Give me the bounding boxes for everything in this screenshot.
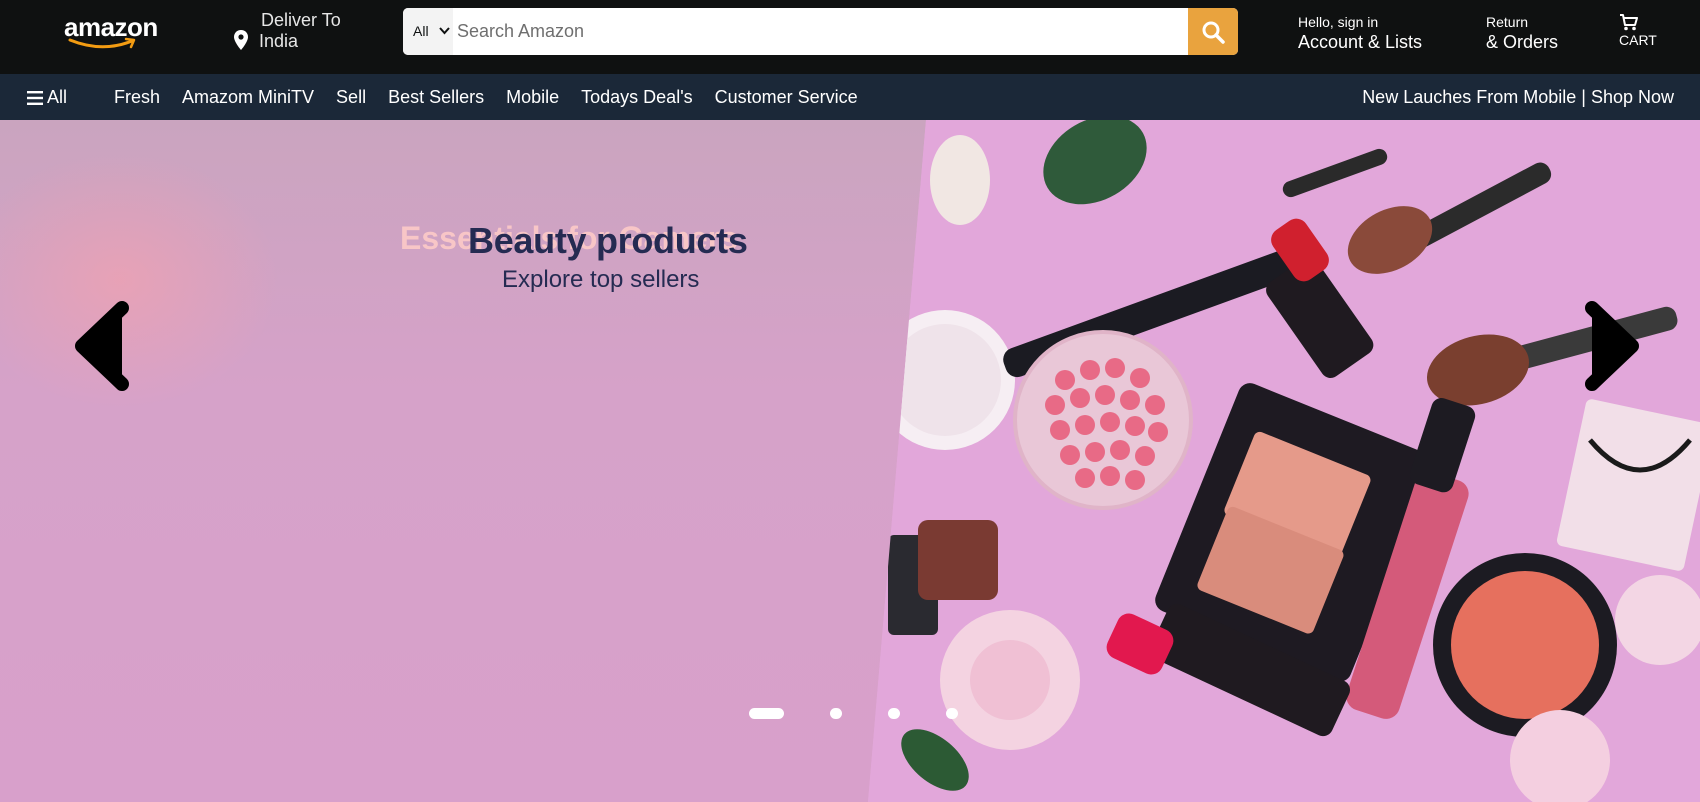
orders-label: & Orders [1486, 32, 1559, 52]
amazon-logo[interactable]: amazon [64, 13, 164, 53]
chevron-left-icon [75, 301, 129, 391]
cart-label: CART [1619, 32, 1657, 48]
chevron-right-icon [1585, 301, 1639, 391]
nav-link-mobile[interactable]: Mobile [506, 87, 559, 108]
deliver-country: India [259, 31, 299, 51]
hero-glow [0, 150, 280, 410]
nav-link-best-sellers[interactable]: Best Sellers [388, 87, 484, 108]
search-category-select[interactable]: All [403, 8, 453, 55]
search-icon [1202, 21, 1225, 44]
location-pin-icon [234, 30, 248, 50]
all-menu-button[interactable]: All [27, 87, 67, 108]
chevron-down-icon [439, 27, 450, 35]
account-lists-label: Account & Lists [1298, 32, 1423, 52]
carousel-dot[interactable] [830, 708, 842, 719]
hero-carousel: Essentials for Gamers Beauty products Ex… [0, 120, 1700, 802]
returns-label: Return [1486, 14, 1529, 30]
nav-link-todays-deals[interactable]: Todays Deal's [581, 87, 693, 108]
nav-link-sell[interactable]: Sell [336, 87, 366, 108]
account-and-lists[interactable]: Hello, sign in Account & Lists [1298, 14, 1422, 53]
nav-link-fresh[interactable]: Fresh [114, 87, 160, 108]
hero-title: Beauty products [468, 220, 748, 261]
nav-link-minitv[interactable]: Amazom MiniTV [182, 87, 314, 108]
deliver-to-label: Deliver To [261, 10, 341, 30]
cart-icon [1620, 14, 1638, 31]
carousel-next-button[interactable] [1582, 300, 1642, 392]
search-category-label: All [413, 23, 429, 39]
nav-links: Fresh Amazom MiniTV Sell Best Sellers Mo… [114, 87, 880, 108]
hamburger-icon [27, 90, 43, 105]
returns-and-orders[interactable]: Return & Orders [1486, 14, 1558, 53]
deliver-to-location[interactable]: Deliver To India [234, 10, 374, 54]
carousel-dot[interactable] [946, 708, 958, 719]
account-greeting: Hello, sign in [1298, 14, 1379, 30]
hero-subtitle[interactable]: Explore top sellers [502, 266, 699, 294]
search-button[interactable] [1188, 8, 1238, 55]
search-input[interactable] [453, 8, 1188, 55]
logo-smile-icon [68, 37, 136, 49]
nav-strip: All Fresh Amazom MiniTV Sell Best Seller… [0, 74, 1700, 120]
all-menu-label: All [47, 87, 68, 107]
carousel-dot-active[interactable] [749, 708, 784, 719]
nav-promo-link[interactable]: New Lauches From Mobile | Shop Now [1362, 87, 1674, 108]
search-bar: All [403, 8, 1238, 55]
top-header: amazon Deliver To India All Hello [0, 0, 1700, 74]
carousel-prev-button[interactable] [72, 300, 132, 392]
nav-link-customer-service[interactable]: Customer Service [715, 87, 858, 108]
carousel-dot[interactable] [888, 708, 900, 719]
